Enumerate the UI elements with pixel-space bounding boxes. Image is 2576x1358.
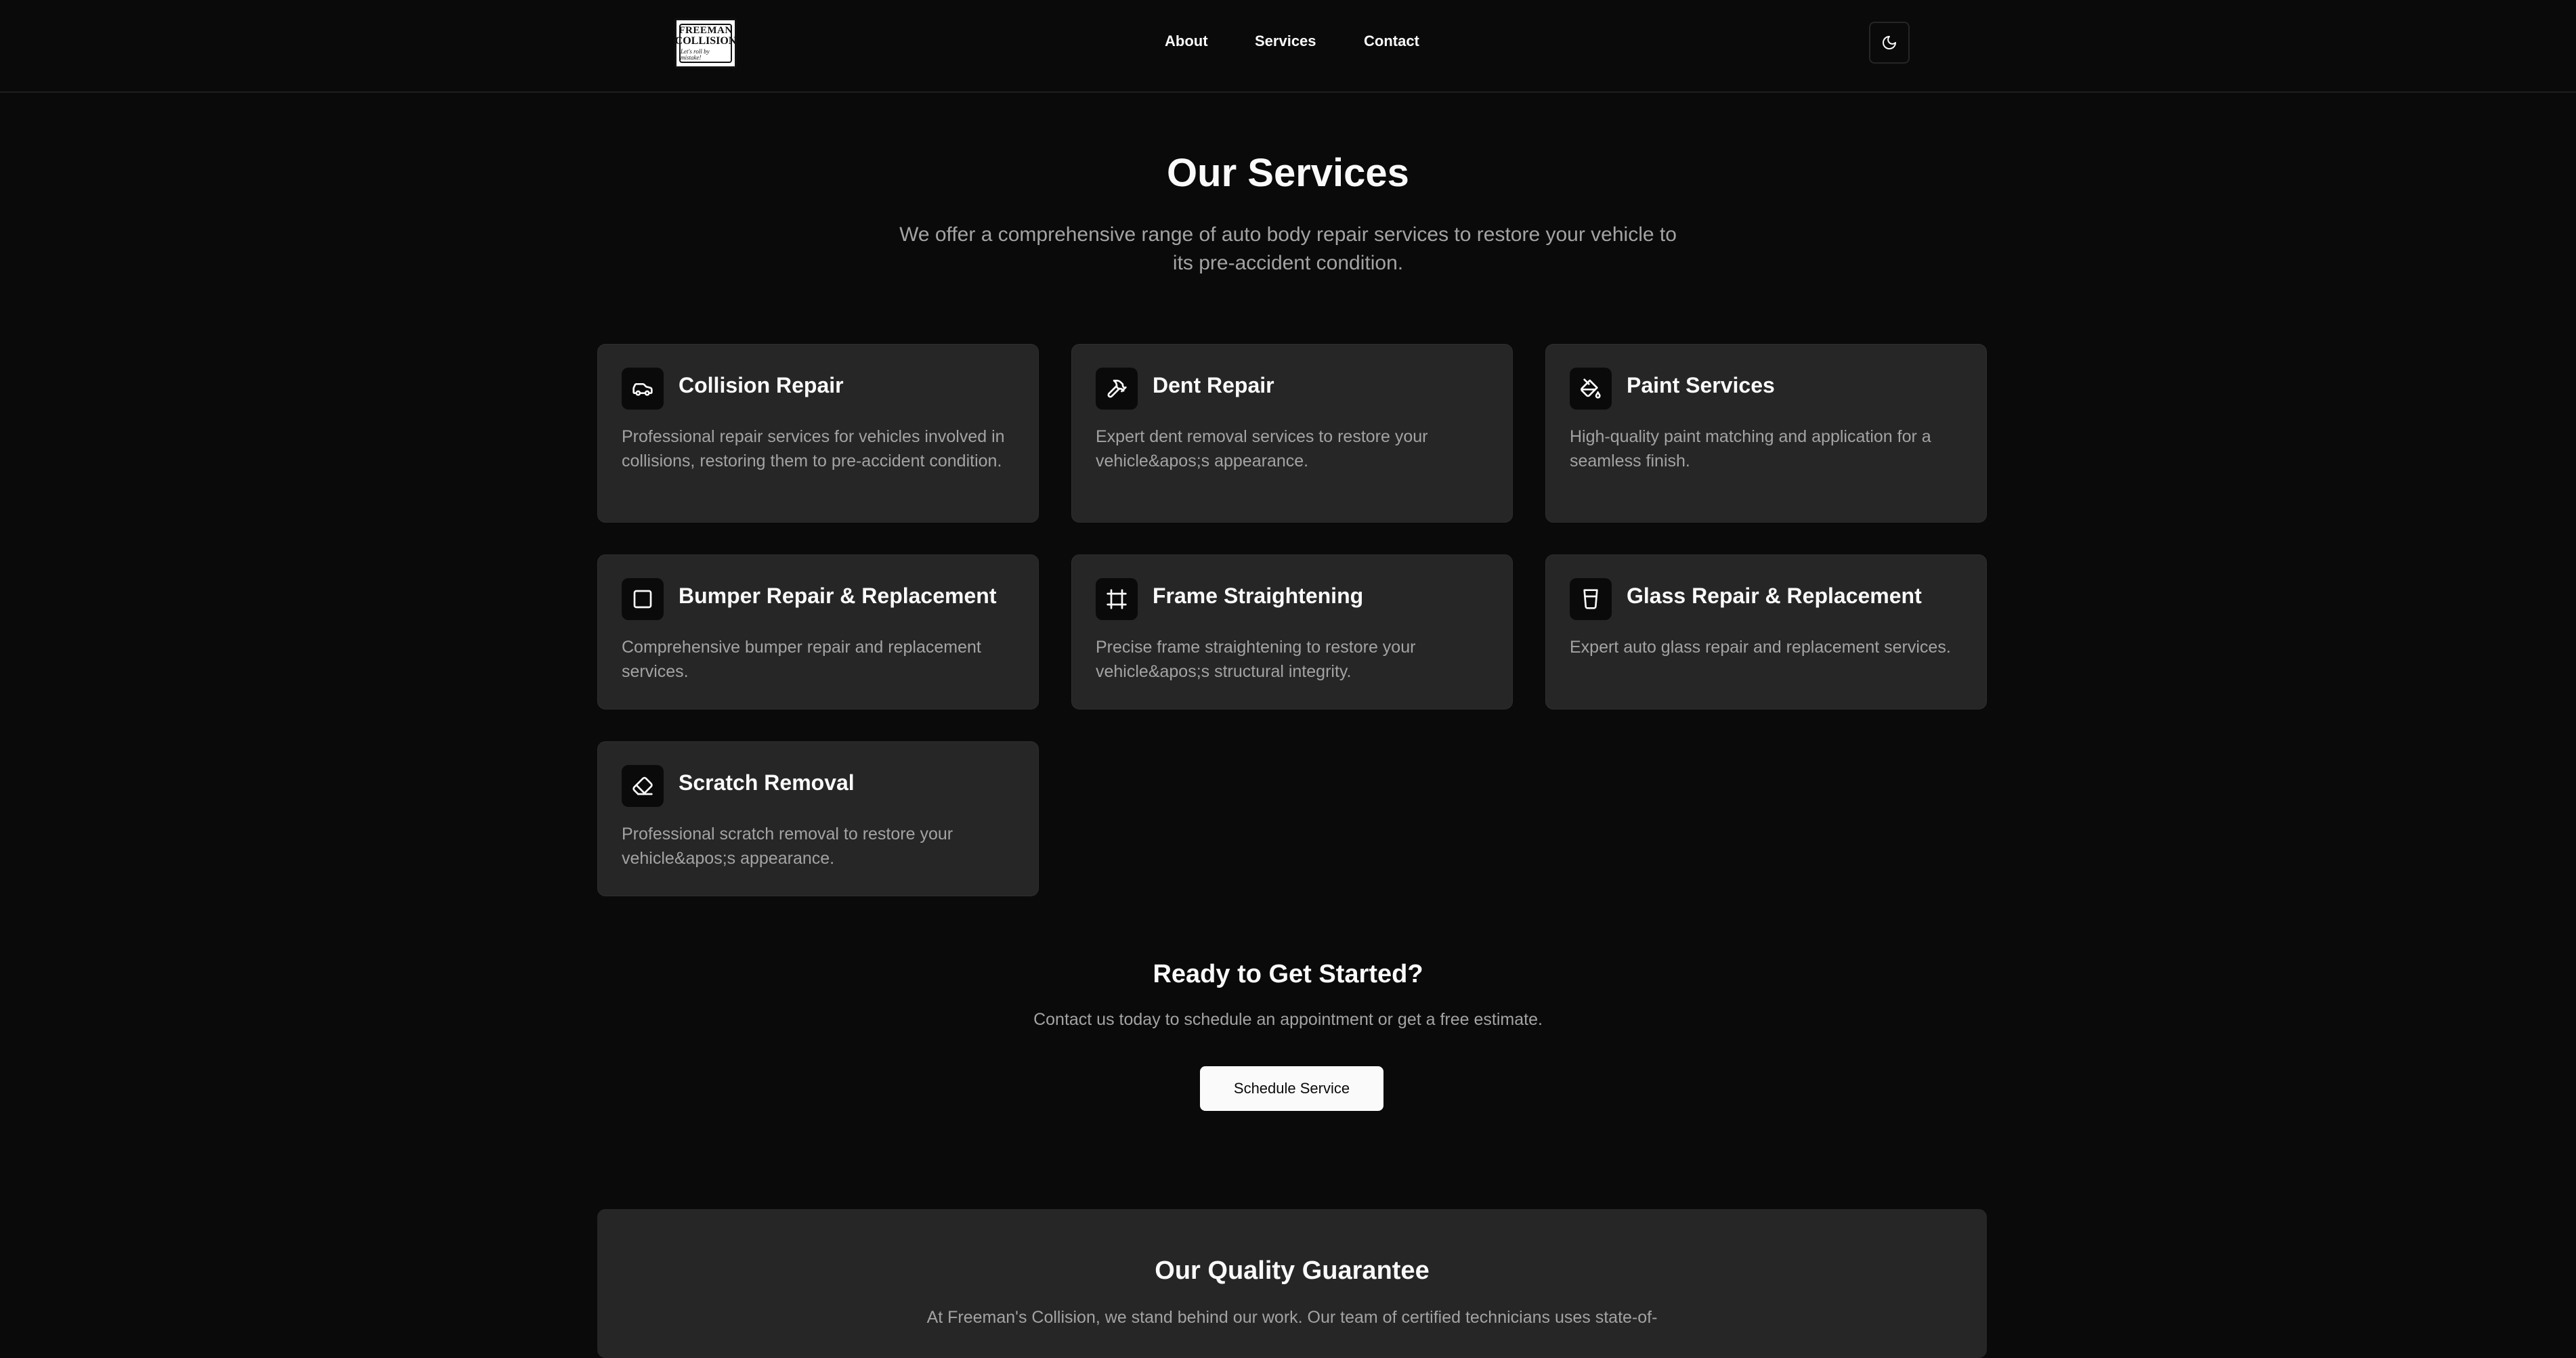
service-card-scratch-removal: Scratch Removal Professional scratch rem… [597,741,1039,896]
service-title: Collision Repair [679,373,844,397]
service-title: Frame Straightening [1153,584,1364,608]
page-title: Our Services [1167,151,1409,195]
service-title: Paint Services [1627,373,1775,397]
service-card-bumper-repair: Bumper Repair & Replacement Comprehensiv… [597,554,1039,709]
service-card-frame-straightening: Frame Straightening Precise frame straig… [1071,554,1513,709]
logo[interactable]: FREEMAN COLLISION Let's roll by mistake! [674,18,737,68]
service-description: Expert dent removal services to restore … [1096,427,1428,470]
service-title: Scratch Removal [679,770,855,795]
guarantee-title: Our Quality Guarantee [1155,1256,1430,1285]
service-description: High-quality paint matching and applicat… [1570,427,1931,470]
logo-line1: FREEMAN [679,25,733,36]
cta-title: Ready to Get Started? [1153,960,1423,988]
nav-contact[interactable]: Contact [1364,32,1419,50]
logo-badge: FREEMAN COLLISION Let's roll by mistake! [677,24,735,63]
service-card-paint-services: Paint Services High-quality paint matchi… [1545,344,1987,523]
service-description: Comprehensive bumper repair and replacem… [622,638,981,681]
car-icon [622,368,664,410]
frame-icon [1096,578,1138,620]
service-card-glass-repair: Glass Repair & Replacement Expert auto g… [1545,554,1987,709]
hammer-icon [1096,368,1138,410]
service-description: Professional scratch removal to restore … [622,825,953,868]
logo-tagline: Let's roll by mistake! [681,48,710,61]
paint-bucket-icon [1570,368,1612,410]
service-description: Expert auto glass repair and replacement… [1570,638,1951,657]
service-description: Precise frame straightening to restore y… [1096,638,1416,681]
site-header: FREEMAN COLLISION Let's roll by mistake!… [0,0,2576,93]
page-subtitle: We offer a comprehensive range of auto b… [899,223,1677,274]
eraser-icon [622,765,664,807]
glass-icon [1570,578,1612,620]
schedule-service-button[interactable]: Schedule Service [1200,1066,1383,1111]
service-title: Glass Repair & Replacement [1627,584,1922,608]
logo-line2: COLLISION [674,35,737,47]
service-title: Dent Repair [1153,373,1274,397]
quality-guarantee-section: Our Quality Guarantee At Freeman's Colli… [597,1209,1987,1358]
service-description: Professional repair services for vehicle… [622,427,1005,470]
theme-toggle-button[interactable] [1869,22,1910,64]
nav-services[interactable]: Services [1255,32,1316,50]
square-icon [622,578,664,620]
cta-text: Contact us today to schedule an appointm… [1033,1010,1543,1029]
service-card-dent-repair: Dent Repair Expert dent removal services… [1071,344,1513,523]
service-card-collision-repair: Collision Repair Professional repair ser… [597,344,1039,523]
service-title: Bumper Repair & Replacement [679,584,997,608]
moon-icon [1881,35,1897,51]
nav-about[interactable]: About [1165,32,1208,50]
